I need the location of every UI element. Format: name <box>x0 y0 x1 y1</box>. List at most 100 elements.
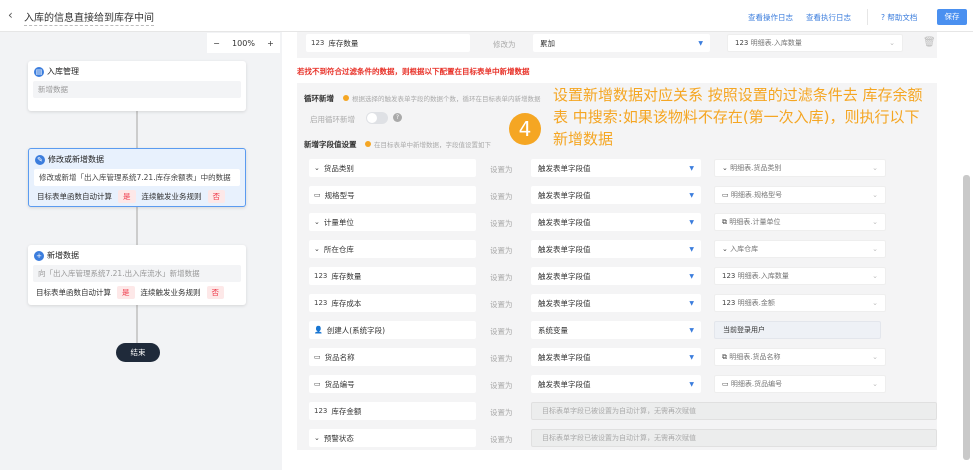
back-icon[interactable]: ‹ <box>8 8 13 22</box>
caret-down-icon: ▼ <box>689 326 694 334</box>
field-label: 计量单位 <box>323 217 354 227</box>
source-field-select[interactable]: ▭ 明细表.规格型号 ⌄ <box>714 186 886 204</box>
field-type-icon: 123 <box>314 407 328 415</box>
caret-down-icon: ▼ <box>689 353 694 361</box>
source-field-select[interactable]: ⧉ 明细表.货品名称 ⌄ <box>714 348 886 366</box>
mode-select[interactable]: 累加 ▼ <box>533 34 710 52</box>
value-mode-select[interactable]: 系统变量 ▼ <box>531 321 701 339</box>
field-label: 库存数量 <box>331 271 362 281</box>
node-body: 新增数据 <box>33 81 241 98</box>
target-field-box[interactable]: ▭ 规格型号 <box>309 186 476 204</box>
field-type-icon: 123 <box>722 299 736 307</box>
field-label: 货品名称 <box>324 352 355 362</box>
caret-down-icon: ▼ <box>689 272 694 280</box>
system-variable-box[interactable]: 当前登录用户 <box>714 321 881 339</box>
op-label: 设置为 <box>490 381 513 390</box>
field-label: 货品编号 <box>324 379 355 389</box>
chevron-down-icon: ⌄ <box>872 191 878 199</box>
value-mode-select[interactable]: 触发表单字段值 ▼ <box>531 213 701 231</box>
value-mode-select[interactable]: 触发表单字段值 ▼ <box>531 267 701 285</box>
annotation-step-badge: 4 <box>509 113 541 145</box>
mode-value: 触发表单字段值 <box>538 163 591 173</box>
save-button[interactable]: 保存 <box>937 9 967 25</box>
target-field-box[interactable]: 123 库存数量 <box>309 267 476 285</box>
zoom-out-button[interactable]: − <box>213 39 220 48</box>
flow-node-update-or-add[interactable]: ✎ 修改或新增数据 修改或新增「出入库管理系统7.21.库存余额表」中的数据 目标… <box>28 148 246 207</box>
field-type-icon: ▭ <box>314 380 321 388</box>
flow-node-trigger[interactable]: ▤ 入库管理 新增数据 <box>28 61 246 111</box>
flow-node-add[interactable]: + 新增数据 向「出入库管理系统7.21.出入库流水」新增数据 目标表单函数自动计… <box>28 245 246 305</box>
source-field-select[interactable]: ⌄ 入库仓库 ⌄ <box>714 240 886 258</box>
node-title: 新增数据 <box>47 251 79 260</box>
top-field-box[interactable]: 123 库存数量 <box>306 34 470 52</box>
field-type-icon: ⧉ <box>722 353 727 361</box>
help-label: 帮助文档 <box>887 13 918 22</box>
op-label: 设置为 <box>490 300 513 309</box>
zoom-in-button[interactable]: + <box>267 39 274 48</box>
source-field-value: 入库仓库 <box>730 245 759 253</box>
help-docs-link[interactable]: ? 帮助文档 <box>881 12 917 23</box>
connector <box>136 305 138 343</box>
field-type-icon: ▭ <box>722 191 729 199</box>
target-field-box[interactable]: 123 库存成本 <box>309 294 476 312</box>
info-icon <box>343 95 349 101</box>
caret-down-icon: ▼ <box>689 191 694 199</box>
source-field-select[interactable]: ⧉ 明细表.计量单位 ⌄ <box>714 213 886 231</box>
field-type-icon: 123 <box>722 272 736 280</box>
op-label: 修改为 <box>493 40 516 49</box>
field-type-icon: ⧉ <box>722 218 727 226</box>
document-icon: ▤ <box>34 66 44 77</box>
trigger-label: 连续触发业务规则 <box>140 288 201 297</box>
chevron-down-icon: ⌄ <box>872 380 878 388</box>
source-field-select[interactable]: 123 明细表.入库数量 ⌄ <box>714 267 886 285</box>
view-operation-log-link[interactable]: 查看操作日志 <box>748 12 793 23</box>
target-field-box[interactable]: ⌄ 计量单位 <box>309 213 476 231</box>
source-field-value: 明细表.货品类别 <box>730 164 782 172</box>
trash-icon[interactable]: 🗑 <box>923 37 936 48</box>
trigger-label: 连续触发业务规则 <box>141 192 202 201</box>
scrollbar-thumb[interactable] <box>963 175 970 460</box>
value-mode-select[interactable]: 触发表单字段值 ▼ <box>531 294 701 312</box>
chevron-down-icon: ⌄ <box>872 299 878 307</box>
field-label: 所在仓库 <box>323 244 354 254</box>
chevron-down-icon: ⌄ <box>872 245 878 253</box>
field-type-icon: ▭ <box>314 191 321 199</box>
annotation-text: 设置新增数据对应关系 按照设置的过滤条件去 库存余额表 中搜索:如果该物料不存在… <box>553 86 923 148</box>
op-label: 设置为 <box>490 165 513 174</box>
chevron-down-icon: ⌄ <box>872 164 878 172</box>
target-field-box[interactable]: 👤 创建人(系统字段) <box>309 321 476 339</box>
loop-toggle[interactable] <box>366 112 388 124</box>
mode-value: 累加 <box>540 38 555 48</box>
value-select[interactable]: 123 明细表.入库数量 ⌄ <box>727 34 903 52</box>
value-mode-select[interactable]: 触发表单字段值 ▼ <box>531 159 701 177</box>
value-mode-select[interactable]: 触发表单字段值 ▼ <box>531 186 701 204</box>
value-mode-select[interactable]: 触发表单字段值 ▼ <box>531 375 701 393</box>
source-field-select[interactable]: ⌄ 明细表.货品类别 ⌄ <box>714 159 886 177</box>
flow-end-node[interactable]: 结束 <box>116 343 160 362</box>
number-icon: 123 <box>311 39 325 47</box>
help-icon[interactable]: ? <box>393 113 402 122</box>
source-field-select[interactable]: 123 明细表.金额 ⌄ <box>714 294 886 312</box>
fields-section-title: 新增字段值设置 <box>304 140 357 149</box>
node-title: 入库管理 <box>47 67 79 76</box>
field-type-icon: ▭ <box>722 380 729 388</box>
edit-icon: ✎ <box>35 154 45 165</box>
value-mode-select[interactable]: 触发表单字段值 ▼ <box>531 348 701 366</box>
field-label: 预警状态 <box>323 433 354 443</box>
target-field-box[interactable]: ▭ 货品名称 <box>309 348 476 366</box>
mode-value: 触发表单字段值 <box>538 379 591 389</box>
view-execution-log-link[interactable]: 查看执行日志 <box>806 12 851 23</box>
source-field-value: 明细表.规格型号 <box>730 191 783 199</box>
source-field-select[interactable]: ▭ 明细表.货品编号 ⌄ <box>714 375 886 393</box>
page-title[interactable]: 入库的信息直接给到库存中间 <box>24 9 154 26</box>
value-mode-select[interactable]: 触发表单字段值 ▼ <box>531 240 701 258</box>
info-icon <box>365 141 371 147</box>
target-field-box[interactable]: ▭ 货品编号 <box>309 375 476 393</box>
target-field-box[interactable]: ⌄ 货品类别 <box>309 159 476 177</box>
disabled-value-box: 目标表单字段已被设置为自动计算，无需再次赋值 <box>531 402 937 420</box>
field-label: 创建人(系统字段) <box>326 325 386 335</box>
target-field-box[interactable]: ⌄ 所在仓库 <box>309 240 476 258</box>
target-field-box[interactable]: 123 库存金额 <box>309 402 476 420</box>
target-field-box[interactable]: ⌄ 预警状态 <box>309 429 476 447</box>
caret-down-icon: ▼ <box>698 39 703 47</box>
